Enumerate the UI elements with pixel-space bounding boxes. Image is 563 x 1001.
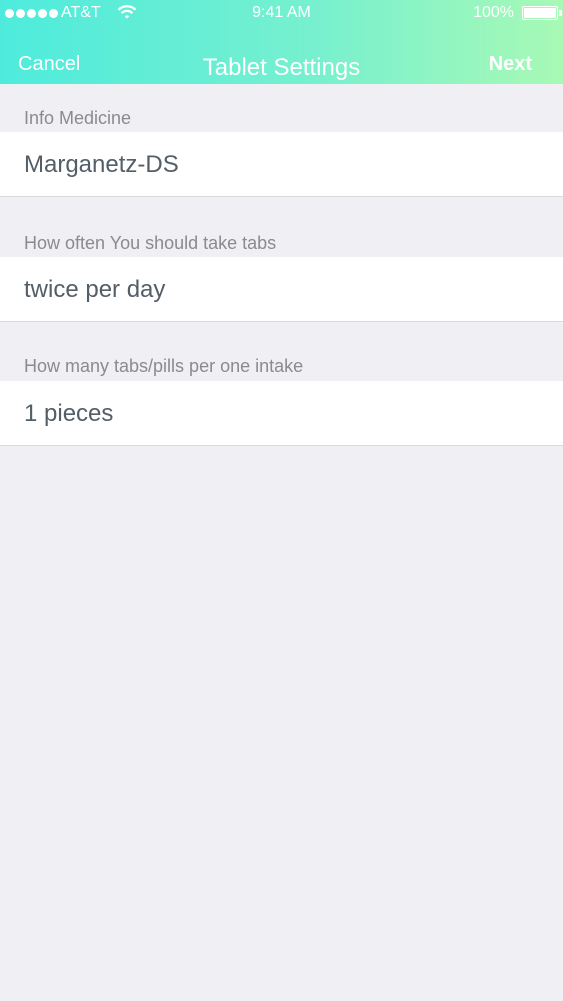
status-bar: AT&T 9:41 AM 100% — [0, 0, 563, 26]
section-label-dose: How many tabs/pills per one intake — [24, 356, 304, 376]
battery-icon — [522, 6, 558, 20]
battery-percent: 100% — [473, 4, 514, 21]
frequency-value: twice per day — [24, 276, 166, 303]
section-label-frequency: How often You should take tabs — [24, 233, 277, 253]
battery-tip — [559, 10, 562, 16]
dose-value: 1 pieces — [24, 400, 114, 427]
medicine-name-value: Marganetz-DS — [24, 151, 179, 178]
medicine-name-field[interactable]: Marganetz-DS — [0, 132, 563, 197]
header: AT&T 9:41 AM 100% Cancel Tablet Settings… — [0, 0, 563, 84]
dose-field[interactable]: 1 pieces — [0, 381, 563, 446]
section-label-info-medicine: Info Medicine — [24, 108, 132, 128]
battery-fill — [524, 8, 556, 18]
next-button[interactable]: Next — [489, 53, 532, 76]
page-title: Tablet Settings — [202, 54, 361, 81]
frequency-field[interactable]: twice per day — [0, 257, 563, 322]
